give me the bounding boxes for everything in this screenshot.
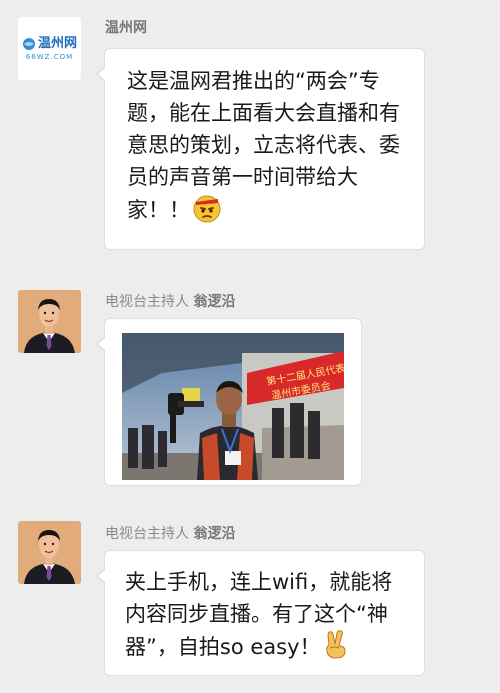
wenzhou-net-logo: 温州网 <box>22 37 77 51</box>
avatar-host[interactable] <box>18 290 81 353</box>
sender-name: 电视台主持人 翁逻沿 <box>105 294 236 310</box>
host-portrait-icon <box>18 290 81 353</box>
annoyed-face-icon <box>192 193 222 227</box>
message-text: 这是温网君推出的“两会”专题，能在上面看大会直播和有意思的策划，立志将代表、委员… <box>127 69 400 222</box>
sender-name: 电视台主持人 翁逻沿 <box>105 526 236 542</box>
host-portrait-icon <box>18 521 81 584</box>
image-message-bubble[interactable]: 第十二届人民代表大会 温州市委员会 <box>96 318 362 486</box>
logo-text: 温州网 <box>37 36 77 51</box>
livestream-photo[interactable]: 第十二届人民代表大会 温州市委员会 <box>122 333 344 480</box>
message-bubble[interactable]: 夹上手机，连上wifi，就能将内容同步直播。有了这个“神器”，自拍so easy… <box>96 550 425 676</box>
avatar-wenzhou-net[interactable]: 温州网 66WZ.COM <box>18 17 81 80</box>
victory-hand-icon <box>323 630 349 664</box>
message-bubble[interactable]: 这是温网君推出的“两会”专题，能在上面看大会直播和有意思的策划，立志将代表、委员… <box>96 48 425 250</box>
avatar-host[interactable] <box>18 521 81 584</box>
logo-globe-icon <box>22 37 35 50</box>
logo-subtext: 66WZ.COM <box>25 52 74 61</box>
photo-scene: 第十二届人民代表大会 温州市委员会 <box>122 333 344 480</box>
message-text: 夹上手机，连上wifi，就能将内容同步直播。有了这个“神器”，自拍so easy… <box>125 570 393 659</box>
sender-name: 温州网 <box>105 20 147 36</box>
